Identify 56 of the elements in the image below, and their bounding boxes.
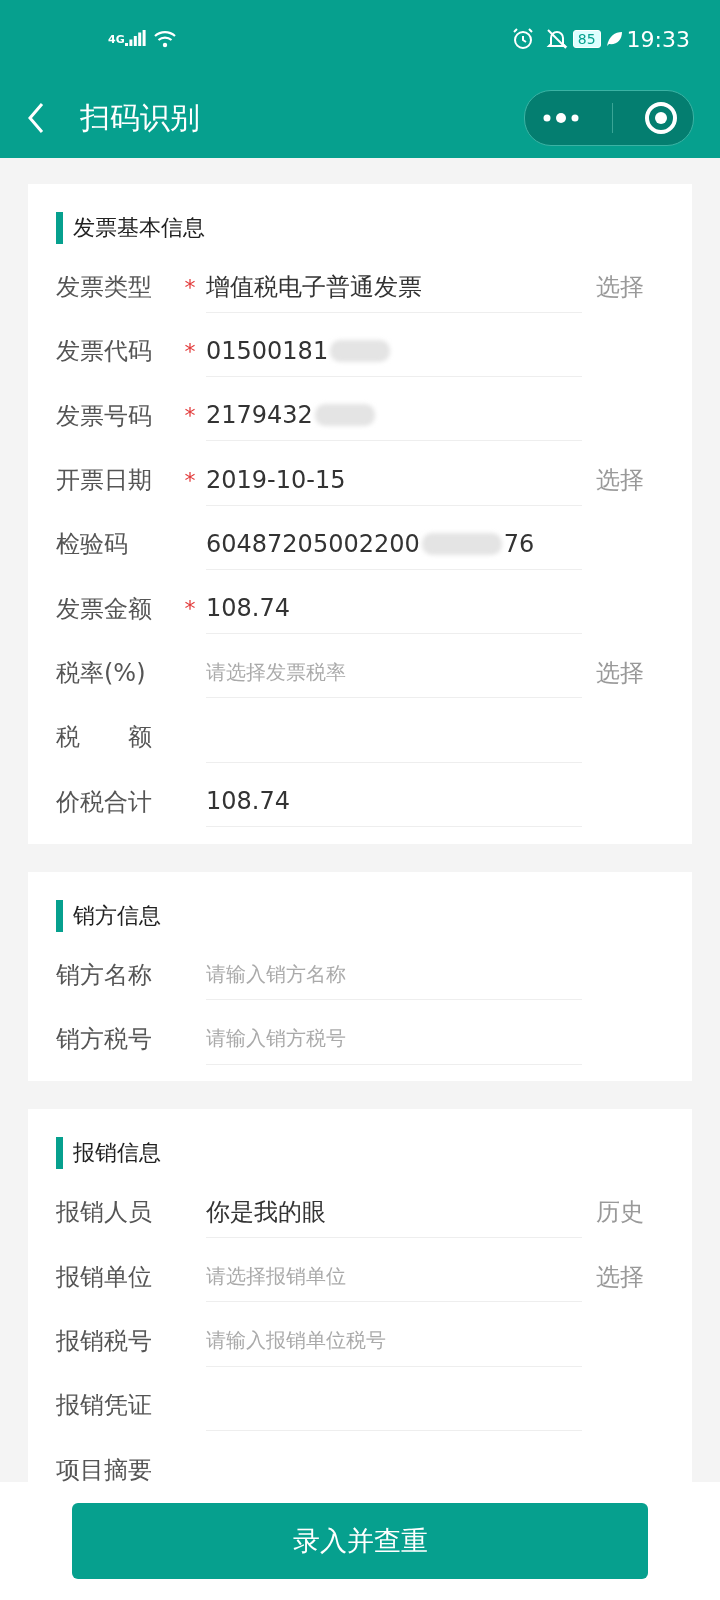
- field-label: 发票号码: [56, 400, 153, 432]
- input-field[interactable]: 108.74: [206, 583, 582, 635]
- input-field[interactable]: 增值税电子普通发票: [206, 261, 582, 313]
- section-marker: [56, 899, 63, 932]
- field-label: 项目摘要: [56, 1454, 153, 1486]
- input-field[interactable]: 请输入销方名称: [206, 949, 582, 1001]
- section-marker: [56, 1137, 63, 1170]
- field-label: 税 额: [56, 722, 153, 754]
- field-label: 销方税号: [56, 1024, 153, 1056]
- action-link[interactable]: 选择: [596, 464, 644, 497]
- page-title: 扫码识别: [80, 98, 200, 137]
- required-mark: *: [183, 403, 197, 429]
- input-field[interactable]: 60487205002200 76: [206, 518, 582, 570]
- field-label: 报销凭证: [56, 1390, 153, 1422]
- section-title: 销方信息: [73, 901, 161, 930]
- input-field[interactable]: 2019-10-15: [206, 454, 582, 506]
- input-field[interactable]: 2179432: [206, 390, 582, 442]
- input-field[interactable]: 请输入报销单位税号: [206, 1315, 582, 1367]
- network-label: 4G: [108, 32, 125, 46]
- field-label: 发票代码: [56, 336, 153, 368]
- field-label: 报销单位: [56, 1261, 153, 1293]
- input-field[interactable]: 请选择报销单位: [206, 1251, 582, 1303]
- section-title: 报销信息: [73, 1139, 161, 1168]
- required-mark: *: [183, 338, 197, 364]
- signal-icon: [124, 30, 147, 48]
- required-mark: *: [183, 596, 197, 622]
- submit-button[interactable]: 录入并查重: [72, 1503, 648, 1579]
- leaf-icon: [604, 30, 623, 48]
- field-label: 报销人员: [56, 1197, 153, 1229]
- action-link[interactable]: 选择: [596, 1260, 644, 1293]
- close-target-icon[interactable]: [643, 101, 678, 135]
- field-label: 检验码: [56, 529, 129, 561]
- field-label: 发票金额: [56, 593, 153, 625]
- input-field[interactable]: 108.74: [206, 776, 582, 827]
- muted-bell-icon: [544, 27, 569, 51]
- required-mark: *: [183, 274, 197, 300]
- required-mark: *: [183, 467, 197, 493]
- input-field[interactable]: 01500181: [206, 325, 582, 377]
- action-link[interactable]: 选择: [596, 656, 644, 689]
- wifi-icon: [152, 30, 177, 48]
- input-field[interactable]: 请输入销方税号: [206, 1013, 582, 1065]
- field-label: 税率(%): [56, 657, 147, 689]
- action-link[interactable]: 选择: [596, 271, 644, 304]
- field-label: 价税合计: [56, 786, 153, 818]
- back-icon[interactable]: [26, 102, 46, 134]
- section-title: 发票基本信息: [73, 214, 205, 242]
- field-label: 开票日期: [56, 465, 153, 497]
- battery-level: 85: [572, 30, 601, 48]
- field-label: 发票类型: [56, 272, 153, 304]
- action-link[interactable]: 历史: [596, 1196, 644, 1229]
- input-field[interactable]: 你是我的眼: [206, 1186, 582, 1238]
- field-label: 销方名称: [56, 959, 153, 991]
- input-field[interactable]: 请选择发票税率: [206, 647, 582, 699]
- clock-time: 19:33: [626, 26, 690, 52]
- field-label: 报销税号: [56, 1326, 153, 1357]
- section-marker: [56, 212, 63, 244]
